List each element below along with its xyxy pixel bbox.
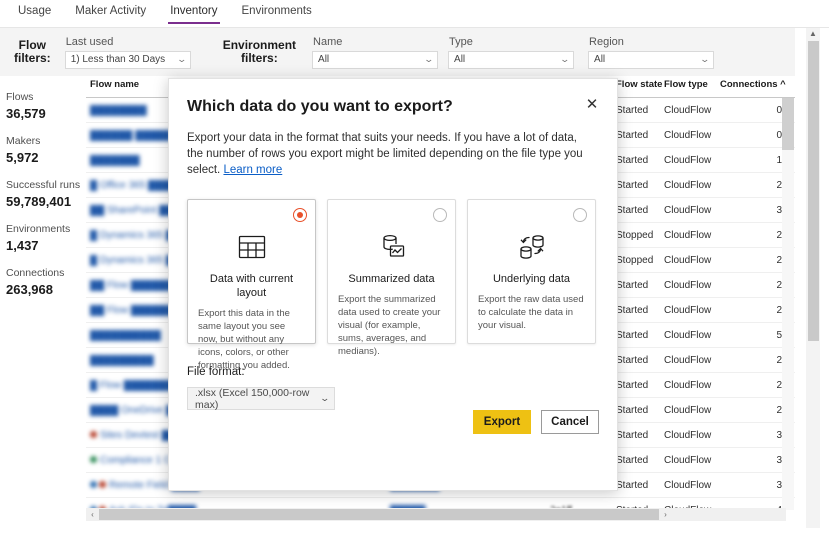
option-desc-underlying: Export the raw data used to calculate th… (478, 294, 584, 331)
option-card-underlying[interactable]: Underlying data Export the raw data used… (467, 199, 596, 344)
dialog-title: Which data do you want to export? (187, 98, 453, 115)
radio-current-layout[interactable] (293, 208, 307, 222)
file-format-select[interactable]: .xlsx (Excel 150,000-row max) ⌄ (187, 386, 335, 411)
learn-more-link[interactable]: Learn more (223, 164, 282, 176)
radio-underlying[interactable] (573, 208, 587, 222)
export-data-dialog: Which data do you want to export? ✕ Expo… (168, 78, 618, 491)
app-root: Usage Maker Activity Inventory Environme… (0, 0, 829, 534)
option-title-underlying: Underlying data (492, 273, 571, 285)
export-button[interactable]: Export (473, 410, 531, 434)
close-icon[interactable]: ✕ (581, 93, 603, 115)
radio-summarized[interactable] (433, 208, 447, 222)
database-chart-icon (338, 226, 445, 268)
chevron-down-icon: ⌄ (319, 393, 331, 403)
option-desc-summarized: Export the summarized data used to creat… (338, 294, 441, 357)
option-title-current-layout: Data with current layout (209, 273, 294, 299)
option-desc-current-layout: Export this data in the same layout you … (198, 308, 290, 371)
option-card-summarized[interactable]: Summarized data Export the summarized da… (327, 199, 456, 357)
dialog-description: Export your data in the format that suit… (187, 130, 587, 178)
database-sync-icon (478, 226, 585, 268)
file-format-value: .xlsx (Excel 150,000-row max) (195, 386, 310, 411)
export-option-cards: Data with current layout Export this dat… (187, 199, 599, 371)
dialog-actions: Export Cancel (473, 410, 599, 434)
option-title-summarized: Summarized data (348, 273, 435, 285)
table-grid-icon (198, 226, 305, 268)
cancel-button[interactable]: Cancel (541, 410, 599, 434)
option-card-current-layout[interactable]: Data with current layout Export this dat… (187, 199, 316, 371)
